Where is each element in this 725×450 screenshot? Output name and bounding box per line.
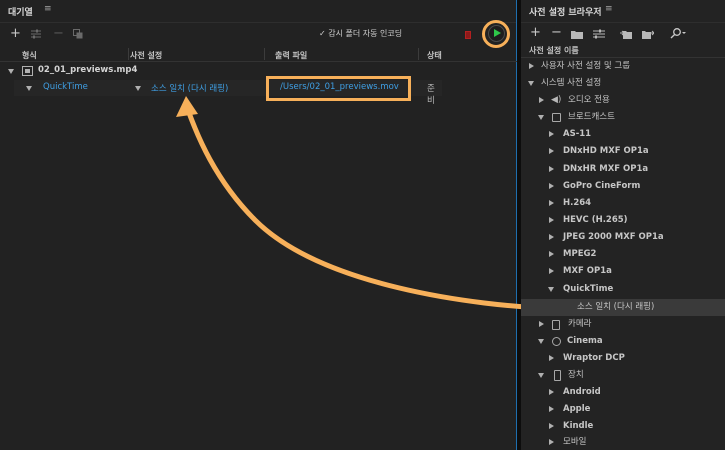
tree-label: Android [563, 387, 601, 397]
expand-icon[interactable] [549, 423, 554, 429]
tree-quicktime[interactable]: QuickTime [521, 281, 725, 298]
tree-label: Cinema [567, 336, 603, 346]
tree-label: 시스템 사전 설정 [541, 78, 602, 88]
tree-label: QuickTime [563, 284, 614, 294]
tree-label: GoPro CineForm [563, 181, 641, 191]
tree-mpeg2[interactable]: MPEG2 [521, 246, 725, 263]
preset-settings-icon[interactable] [593, 29, 605, 39]
expand-icon[interactable] [539, 97, 544, 103]
tree-android[interactable]: Android [521, 384, 725, 401]
browser-title: 사전 설정 브라우저 [529, 8, 602, 18]
tree-label: HEVC (H.265) [563, 215, 628, 225]
collapse-icon[interactable] [538, 373, 544, 378]
new-preset-icon[interactable]: + [530, 26, 541, 39]
tree-label: 모바일 [563, 437, 587, 447]
tree-mobile[interactable]: 모바일 [521, 434, 725, 450]
tree-audio-only[interactable]: ◀) 오디오 전용 [521, 92, 725, 109]
browser-menu-icon[interactable]: ≡ [605, 4, 613, 14]
expand-icon[interactable] [549, 406, 554, 412]
tree-match-source-rewrap[interactable]: 소스 일치 (다시 래핑) [521, 299, 725, 316]
tree-label: H.264 [563, 198, 592, 208]
tree-gopro[interactable]: GoPro CineForm [521, 178, 725, 195]
tree-label: Wraptor DCP [563, 353, 625, 363]
tree-label: DNxHD MXF OP1a [563, 146, 649, 156]
tree-system-presets[interactable]: 시스템 사전 설정 [521, 75, 725, 92]
tree-label: 카메라 [568, 319, 592, 329]
expand-icon[interactable] [549, 251, 554, 257]
tree-label: 소스 일치 (다시 래핑) [577, 302, 655, 312]
tree-broadcast[interactable]: 브로드캐스트 [521, 109, 725, 126]
expand-icon[interactable] [549, 268, 554, 274]
tree-devices[interactable]: 장치 [521, 367, 725, 384]
camera-icon [552, 320, 560, 330]
tree-label: DNxHR MXF OP1a [563, 164, 649, 174]
tree-label: MXF OP1a [563, 266, 612, 276]
tree-label: JPEG 2000 MXF OP1a [563, 232, 664, 242]
tree-h264[interactable]: H.264 [521, 195, 725, 212]
expand-icon[interactable] [549, 148, 554, 154]
tree-label: 오디오 전용 [568, 95, 610, 105]
expand-icon[interactable] [549, 166, 554, 172]
expand-icon[interactable] [549, 389, 554, 395]
tree-hevc[interactable]: HEVC (H.265) [521, 212, 725, 229]
tree-user-presets[interactable]: 사용자 사전 설정 및 그룹 [521, 58, 725, 75]
browser-header: 사전 설정 브라우저 ≡ [521, 0, 725, 23]
tree-label: 브로드캐스트 [568, 112, 615, 122]
tree-dnxhd[interactable]: DNxHD MXF OP1a [521, 143, 725, 160]
expand-icon[interactable] [549, 183, 554, 189]
tree-label: Kindle [563, 421, 594, 431]
search-icon[interactable] [670, 28, 686, 39]
collapse-icon[interactable] [538, 115, 544, 120]
tree-wraptor[interactable]: Wraptor DCP [521, 350, 725, 367]
import-preset-icon[interactable] [620, 28, 632, 39]
tree-kindle[interactable]: Kindle [521, 418, 725, 435]
expand-icon[interactable] [549, 200, 554, 206]
preset-browser-panel: 사전 설정 브라우저 ≡ + − 사전 설정 이름 사용자 사전 설정 및 그룹… [521, 0, 725, 450]
expand-icon[interactable] [539, 321, 544, 327]
tree-camera[interactable]: 카메라 [521, 316, 725, 333]
broadcast-monitor-icon [552, 113, 561, 122]
speaker-icon: ◀) [551, 95, 562, 105]
tree-label: 장치 [568, 370, 584, 380]
collapse-icon[interactable] [528, 81, 534, 86]
tree-label: MPEG2 [563, 249, 597, 259]
tree-apple[interactable]: Apple [521, 401, 725, 418]
tree-label: 사용자 사전 설정 및 그룹 [541, 61, 631, 71]
expand-icon[interactable] [529, 63, 534, 69]
tree-label: AS-11 [563, 129, 592, 139]
tree-cinema[interactable]: Cinema [521, 333, 725, 350]
tree-as11[interactable]: AS-11 [521, 126, 725, 143]
export-preset-icon[interactable] [642, 28, 654, 39]
collapse-icon[interactable] [538, 339, 544, 344]
tree-jpeg2000[interactable]: JPEG 2000 MXF OP1a [521, 229, 725, 246]
new-group-icon[interactable] [571, 29, 583, 39]
phone-icon [554, 370, 561, 381]
expand-icon[interactable] [549, 234, 554, 240]
tree-dnxhr[interactable]: DNxHR MXF OP1a [521, 161, 725, 178]
expand-icon[interactable] [549, 355, 554, 361]
tree-mxf[interactable]: MXF OP1a [521, 263, 725, 280]
preset-name-column-header[interactable]: 사전 설정 이름 [529, 45, 579, 56]
expand-icon[interactable] [549, 217, 554, 223]
expand-icon[interactable] [549, 131, 554, 137]
tree-label: Apple [563, 404, 591, 414]
collapse-icon[interactable] [548, 287, 554, 292]
remove-preset-icon[interactable]: − [551, 26, 562, 39]
expand-icon[interactable] [549, 439, 554, 445]
film-reel-icon [552, 337, 561, 346]
